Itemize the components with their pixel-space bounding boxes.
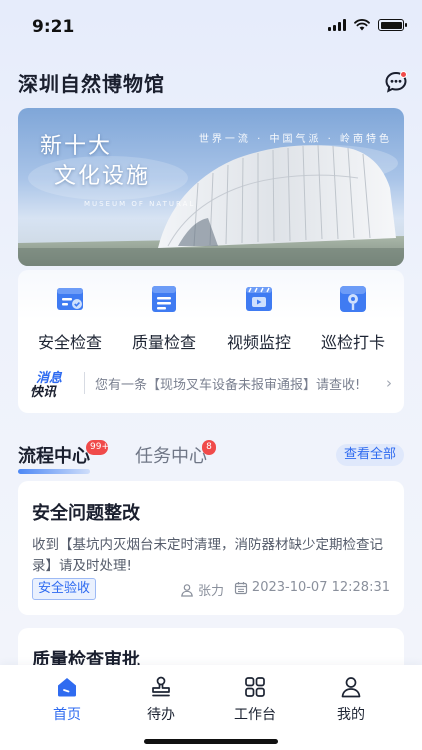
message-button[interactable] xyxy=(384,70,408,94)
status-bar: 9:21 xyxy=(0,0,422,52)
notice-text: 您有一条【现场叉车设备未报审通报】请查收! xyxy=(95,377,361,393)
home-icon xyxy=(55,675,79,699)
tab-bar-mine[interactable]: 我的 xyxy=(311,675,391,724)
grid-icon xyxy=(243,675,267,699)
video-monitor-icon xyxy=(242,282,276,316)
user-icon xyxy=(339,675,363,699)
status-time: 9:21 xyxy=(32,17,75,37)
card-time: 2023-10-07 12:28:31 xyxy=(234,580,390,595)
battery-icon xyxy=(378,19,407,31)
tab-underline xyxy=(18,469,90,474)
quick-action-quality-check[interactable]: 质量检查 xyxy=(116,282,212,353)
banner-title-line2: 文化设施 xyxy=(54,164,151,189)
quick-action-safety-check[interactable]: 安全检查 xyxy=(22,282,118,353)
card-user-name: 张力 xyxy=(198,584,225,599)
quick-actions-card: 安全检查 质量检查 视频监控 巡检打卡 消息 快讯 您有一条【现场叉车设备未报审… xyxy=(18,270,404,413)
quality-check-icon xyxy=(147,282,181,316)
card-timestamp: 2023-10-07 12:28:31 xyxy=(251,580,390,595)
safety-check-icon xyxy=(53,282,87,316)
wifi-icon xyxy=(354,19,370,31)
user-icon xyxy=(181,583,193,597)
tab-bar-label: 待办 xyxy=(147,707,175,723)
quick-action-video-monitor[interactable]: 视频监控 xyxy=(211,282,307,353)
tab-bar-workbench[interactable]: 工作台 xyxy=(215,675,295,724)
tab-bar-home[interactable]: 首页 xyxy=(27,675,107,724)
tab-bar-label: 我的 xyxy=(337,707,365,723)
museum-banner[interactable]: 新十大 文化设施 世界一流 · 中国气派 · 岭南特色 MUSEUM OF NA… xyxy=(18,108,404,266)
tab-bar-todo[interactable]: 待办 xyxy=(121,675,201,724)
quick-action-label: 安全检查 xyxy=(37,333,102,352)
banner-subtitle: 世界一流 · 中国气派 · 岭南特色 xyxy=(198,134,392,145)
card-title: 安全问题整改 xyxy=(32,503,140,524)
tab-count-badge: 99+ xyxy=(86,440,109,455)
status-badge: 安全验收 xyxy=(32,578,97,600)
status-icons xyxy=(328,19,407,31)
card-description: 收到【基坑内灭烟台未定时清理，消防器材缺少定期检查记录】请及时处理! xyxy=(32,537,383,574)
chevron-right-icon: › xyxy=(386,374,392,392)
news-badge-line2: 快讯 xyxy=(30,385,57,400)
quick-action-label: 巡检打卡 xyxy=(320,333,385,352)
card-user: 张力 xyxy=(180,580,224,599)
tab-header: 流程中心 99+ 任务中心 8 查看全部 xyxy=(18,440,404,474)
chat-bubble-icon xyxy=(385,71,407,93)
process-card[interactable]: 安全问题整改 收到【基坑内灭烟台未定时清理，消防器材缺少定期检查记录】请及时处理… xyxy=(18,481,404,615)
quick-action-label: 质量检查 xyxy=(131,333,196,352)
calendar-icon xyxy=(234,581,248,594)
stamp-icon xyxy=(149,675,173,699)
page-title: 深圳自然博物馆 xyxy=(18,72,165,96)
notice-divider xyxy=(84,372,85,394)
home-indicator xyxy=(144,739,278,744)
view-all-button[interactable]: 查看全部 xyxy=(336,444,404,466)
tab-label: 任务中心 xyxy=(135,446,207,467)
banner-title: 新十大 文化设施 xyxy=(40,132,150,192)
quick-action-label: 视频监控 xyxy=(226,333,291,352)
tab-label: 流程中心 xyxy=(18,446,90,467)
news-badge: 消息 快讯 xyxy=(30,367,78,400)
quick-action-patrol-checkin[interactable]: 巡检打卡 xyxy=(305,282,401,353)
tab-count-badge: 8 xyxy=(202,440,216,455)
signal-icon xyxy=(328,19,346,31)
tab-process-center[interactable]: 流程中心 xyxy=(18,442,90,474)
news-notice[interactable]: 消息 快讯 您有一条【现场叉车设备未报审通报】请查收! › xyxy=(30,367,392,400)
banner-english: MUSEUM OF NATURAL xyxy=(84,200,196,208)
patrol-checkin-icon xyxy=(336,282,370,316)
tab-bar-label: 首页 xyxy=(53,707,81,723)
tab-task-center[interactable]: 任务中心 xyxy=(135,442,207,468)
tab-bar-label: 工作台 xyxy=(234,707,276,723)
banner-title-line1: 新十大 xyxy=(40,134,113,159)
bottom-tab-bar: 首页 待办 工作台 我的 xyxy=(0,665,422,750)
